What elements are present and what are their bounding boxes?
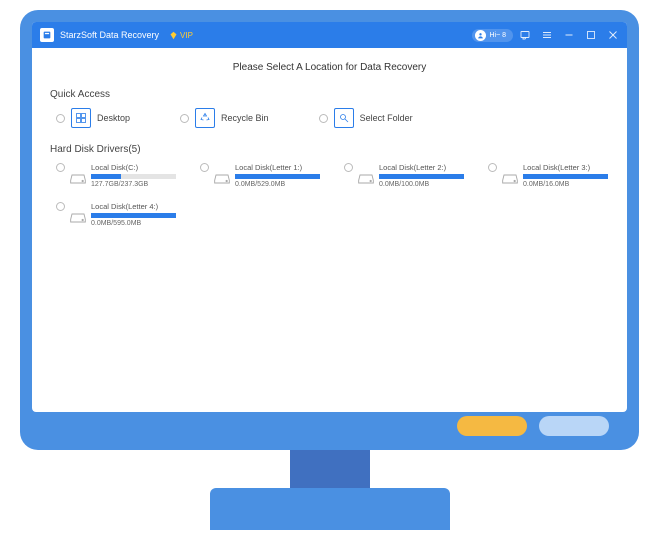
drive-icon [70, 172, 86, 184]
disk-fill [91, 174, 121, 179]
radio-icon [488, 163, 497, 172]
monitor-base [210, 488, 450, 530]
app-logo-icon [40, 28, 54, 42]
titlebar: StarzSoft Data Recovery VIP Hi~ 8 [32, 22, 627, 48]
page-heading: Please Select A Location for Data Recove… [50, 62, 609, 73]
disk-2[interactable]: Local Disk(Letter 2:) 0.0MB/100.0MB [344, 163, 464, 188]
radio-icon [200, 163, 209, 172]
disk-fill [379, 174, 464, 179]
disk-size: 0.0MB/16.0MB [523, 181, 608, 188]
monitor-stand [290, 450, 370, 490]
disk-size: 0.0MB/529.0MB [235, 181, 320, 188]
app-title: StarzSoft Data Recovery [60, 30, 159, 40]
drive-icon [214, 172, 230, 184]
quick-access-row: Desktop Recycle Bin Select Folder [50, 108, 609, 128]
disk-progress [523, 174, 608, 179]
desktop-icon [71, 108, 91, 128]
disk-grid: Local Disk(C:) 127.7GB/237.3GB Local Dis… [50, 163, 609, 227]
monitor-button-yellow [457, 416, 527, 436]
radio-icon [180, 114, 189, 123]
disk-3[interactable]: Local Disk(Letter 3:) 0.0MB/16.0MB [488, 163, 608, 188]
drive-icon [502, 172, 518, 184]
disk-name: Local Disk(Letter 4:) [91, 202, 176, 211]
hard-disk-label: Hard Disk Drivers(5) [50, 144, 609, 155]
content-area: Please Select A Location for Data Recove… [32, 48, 627, 412]
menu-icon[interactable] [541, 29, 553, 41]
disk-size: 0.0MB/100.0MB [379, 181, 464, 188]
close-icon[interactable] [607, 29, 619, 41]
quick-access-label: Quick Access [50, 89, 609, 100]
disk-fill [235, 174, 320, 179]
drive-icon [70, 211, 86, 223]
qa-select-folder[interactable]: Select Folder [319, 108, 413, 128]
user-pill[interactable]: Hi~ 8 [472, 29, 513, 42]
disk-c[interactable]: Local Disk(C:) 127.7GB/237.3GB [56, 163, 176, 188]
diamond-icon [169, 31, 178, 40]
disk-name: Local Disk(Letter 1:) [235, 163, 320, 172]
vip-label: VIP [180, 31, 193, 40]
maximize-icon[interactable] [585, 29, 597, 41]
monitor-frame: StarzSoft Data Recovery VIP Hi~ 8 [20, 10, 639, 450]
minimize-icon[interactable] [563, 29, 575, 41]
folder-search-icon [334, 108, 354, 128]
qa-desktop-label: Desktop [97, 113, 130, 123]
radio-icon [56, 114, 65, 123]
user-avatar-icon [475, 30, 486, 41]
disk-progress [91, 174, 176, 179]
window-controls [519, 29, 619, 41]
app-window: StarzSoft Data Recovery VIP Hi~ 8 [32, 22, 627, 412]
disk-size: 0.0MB/595.0MB [91, 220, 176, 227]
monitor-button-light [539, 416, 609, 436]
disk-fill [523, 174, 608, 179]
radio-icon [319, 114, 328, 123]
disk-4[interactable]: Local Disk(Letter 4:) 0.0MB/595.0MB [56, 202, 176, 227]
disk-name: Local Disk(Letter 3:) [523, 163, 608, 172]
qa-desktop[interactable]: Desktop [56, 108, 130, 128]
qa-recycle-bin[interactable]: Recycle Bin [180, 108, 269, 128]
qa-recycle-label: Recycle Bin [221, 113, 269, 123]
qa-folder-label: Select Folder [360, 113, 413, 123]
drive-icon [358, 172, 374, 184]
radio-icon [56, 163, 65, 172]
disk-name: Local Disk(C:) [91, 163, 176, 172]
disk-name: Local Disk(Letter 2:) [379, 163, 464, 172]
monitor-buttons [457, 416, 609, 436]
disk-progress [379, 174, 464, 179]
vip-badge: VIP [169, 31, 193, 40]
disk-size: 127.7GB/237.3GB [91, 181, 176, 188]
radio-icon [56, 202, 65, 211]
recycle-bin-icon [195, 108, 215, 128]
disk-progress [91, 213, 176, 218]
feedback-icon[interactable] [519, 29, 531, 41]
radio-icon [344, 163, 353, 172]
user-label: Hi~ 8 [489, 32, 506, 39]
disk-progress [235, 174, 320, 179]
disk-fill [91, 213, 176, 218]
disk-1[interactable]: Local Disk(Letter 1:) 0.0MB/529.0MB [200, 163, 320, 188]
